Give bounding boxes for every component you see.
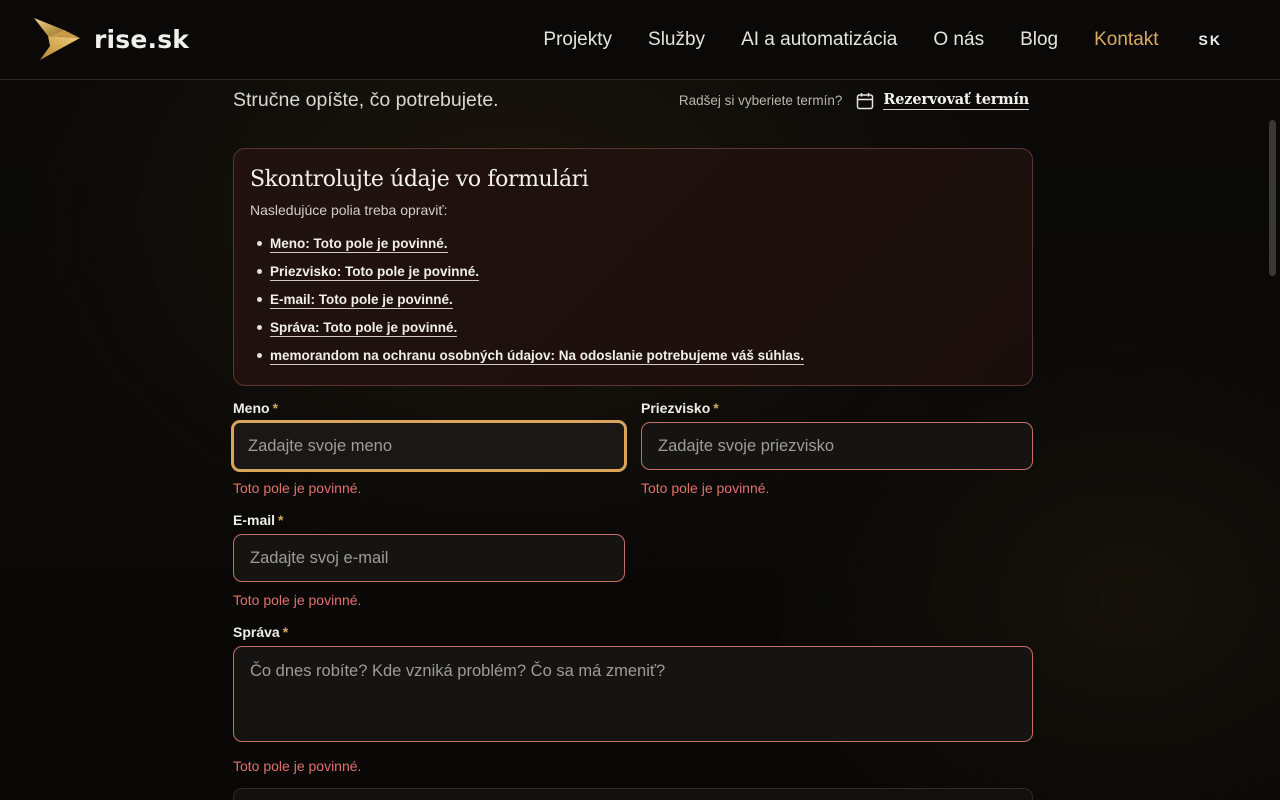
error-summary-subtitle: Nasledujúce polia treba opraviť:: [250, 202, 448, 218]
error-link-gdpr[interactable]: memorandom na ochranu osobných údajov: N…: [270, 348, 805, 365]
booking-prompt: Radšej si vyberiete termín? Rezervovať t…: [679, 91, 1029, 110]
nav-item-kontakt[interactable]: Kontakt: [1094, 29, 1158, 51]
first-name-error: Toto pole je povinné.: [233, 480, 362, 496]
error-link-priezvisko[interactable]: Priezvisko: Toto pole je povinné.: [270, 264, 480, 281]
brand-logo[interactable]: rise.sk: [30, 14, 189, 64]
nav-item-projekty[interactable]: Projekty: [543, 29, 612, 51]
first-name-label-text: Meno: [233, 400, 270, 416]
last-name-input[interactable]: [641, 422, 1033, 470]
error-link-sprava[interactable]: Správa: Toto pole je povinné.: [270, 320, 458, 337]
message-error: Toto pole je povinné.: [233, 758, 362, 774]
scrollbar-thumb[interactable]: [1269, 120, 1276, 276]
page-scrollbar[interactable]: [1264, 80, 1280, 800]
error-list-item: Priezvisko: Toto pole je povinné.: [250, 258, 1016, 286]
message-label-text: Správa: [233, 624, 280, 640]
email-error: Toto pole je povinné.: [233, 592, 362, 608]
required-marker: *: [282, 624, 289, 640]
logo-mark-icon: [34, 18, 80, 60]
email-label-text: E-mail: [233, 512, 276, 528]
email-input[interactable]: [233, 534, 625, 582]
first-name-input[interactable]: [231, 420, 627, 472]
error-list: Meno: Toto pole je povinné. Priezvisko: …: [250, 230, 1016, 370]
site-header: rise.sk Projekty Služby AI a automatizác…: [0, 0, 1280, 80]
nav-item-o-nas[interactable]: O nás: [933, 29, 984, 51]
required-marker: *: [278, 512, 284, 528]
nav-item-sluzby[interactable]: Služby: [648, 29, 705, 51]
contact-form-section: Stručne opíšte, čo potrebujete. Radšej s…: [231, 80, 1033, 800]
next-form-field[interactable]: [233, 788, 1033, 800]
booking-question: Radšej si vyberiete termín?: [678, 93, 843, 108]
main-nav: Projekty Služby AI a automatizácia O nás…: [507, 0, 1222, 80]
book-appointment-link[interactable]: Rezervovať termín: [883, 91, 1029, 110]
required-marker: *: [713, 400, 719, 416]
first-name-label: Meno *: [233, 400, 278, 416]
nav-item-blog[interactable]: Blog: [1020, 29, 1058, 51]
message-textarea[interactable]: [233, 646, 1033, 742]
nav-item-ai-automatizacia[interactable]: AI a automatizácia: [741, 29, 897, 51]
message-label: Správa *: [233, 624, 288, 640]
last-name-label-text: Priezvisko: [641, 400, 711, 416]
error-list-item: Správa: Toto pole je povinné.: [250, 314, 1016, 342]
error-list-item: E-mail: Toto pole je povinné.: [250, 286, 1016, 314]
error-list-item: Meno: Toto pole je povinné.: [250, 230, 1016, 258]
error-link-email[interactable]: E-mail: Toto pole je povinné.: [270, 292, 453, 309]
error-summary: Skontrolujte údaje vo formulári Nasleduj…: [233, 148, 1033, 386]
email-label: E-mail *: [233, 512, 283, 528]
calendar-icon: [857, 92, 874, 109]
error-summary-title: Skontrolujte údaje vo formulári: [250, 167, 589, 192]
last-name-error: Toto pole je povinné.: [641, 480, 770, 496]
required-marker: *: [272, 400, 279, 416]
brand-name: rise.sk: [94, 24, 190, 54]
error-list-item: memorandom na ochranu osobných údajov: N…: [250, 342, 1016, 370]
last-name-label: Priezvisko *: [641, 400, 719, 416]
form-intro-text: Stručne opíšte, čo potrebujete.: [233, 89, 499, 111]
error-link-meno[interactable]: Meno: Toto pole je povinné.: [270, 236, 448, 253]
language-switcher[interactable]: SK: [1199, 32, 1222, 48]
